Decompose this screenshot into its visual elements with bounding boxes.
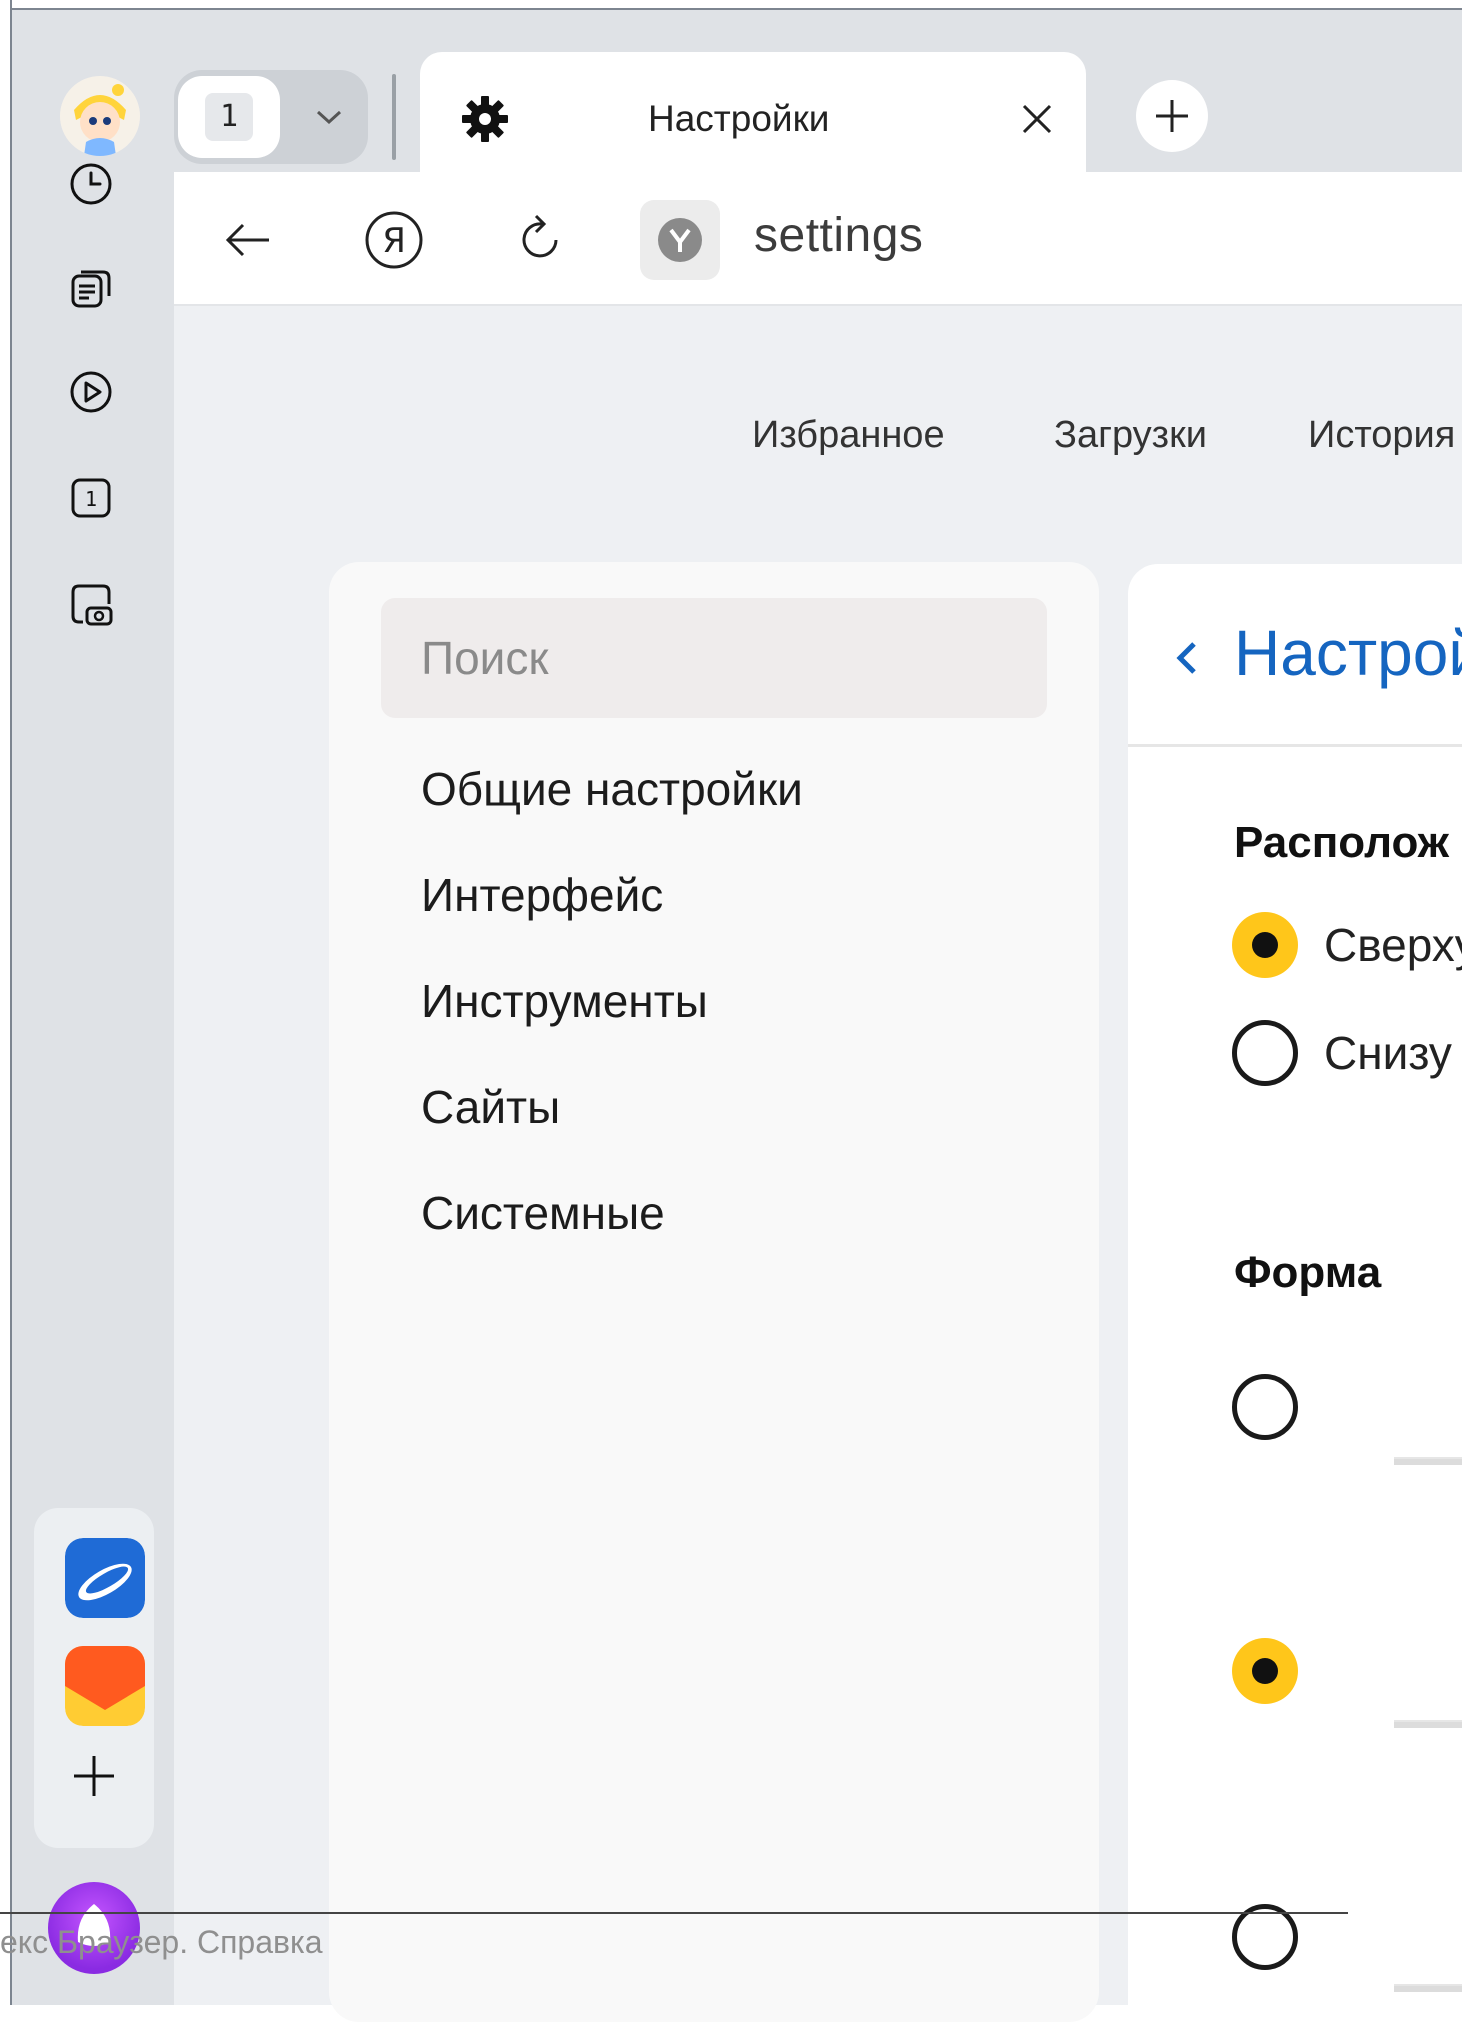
menu-interface[interactable]: Интерфейс (421, 868, 663, 922)
svg-text:1: 1 (85, 487, 97, 511)
tab-settings[interactable]: Настройки (420, 52, 1086, 172)
shape-radio-2[interactable] (1232, 1638, 1298, 1704)
svg-text:Я: Я (382, 221, 406, 261)
radio-top-label[interactable]: Сверху (1324, 918, 1462, 972)
settings-detail-panel: Настрой Располож Сверху Снизу Форма (1128, 564, 1462, 2024)
apps-panel (34, 1508, 154, 1848)
reload-button[interactable] (510, 210, 570, 270)
gear-icon (462, 96, 508, 142)
collections-icon[interactable] (69, 266, 113, 310)
plus-icon (1156, 100, 1188, 132)
settings-menu: Поиск Общие настройки Интерфейс Инструме… (329, 562, 1099, 2022)
yandex-button[interactable]: Я (364, 210, 424, 270)
history-icon[interactable] (69, 162, 113, 206)
search-input[interactable]: Поиск (381, 598, 1047, 718)
panel-header: Настрой (1128, 564, 1462, 747)
menu-general[interactable]: Общие настройки (421, 762, 803, 816)
window-frame-top (0, 0, 1462, 10)
settings-page: Избранное Загрузки История Поиск Общие н… (174, 306, 1462, 2024)
avatar-icon (60, 76, 140, 156)
chevron-left-icon[interactable] (1172, 638, 1202, 678)
video-icon[interactable] (69, 370, 113, 414)
nav-bookmarks[interactable]: Избранное (752, 414, 945, 457)
add-app-icon[interactable] (72, 1754, 116, 1798)
site-icon (658, 218, 702, 262)
shape-preview-2 (1394, 1720, 1462, 1728)
tab-separator (392, 74, 396, 160)
close-icon[interactable] (1012, 94, 1062, 144)
left-sidebar: 1 (12, 10, 174, 2005)
window-frame-left (0, 0, 12, 2005)
panel-title[interactable]: Настрой (1234, 616, 1462, 690)
menu-tools[interactable]: Инструменты (421, 974, 708, 1028)
shape-preview-1 (1394, 1457, 1462, 1465)
disk-app-icon[interactable] (65, 1538, 145, 1618)
tab-count: 1 (205, 93, 253, 141)
mail-app-icon[interactable] (65, 1646, 145, 1726)
reload-icon (522, 214, 558, 258)
radio-top[interactable] (1232, 912, 1298, 978)
url-text[interactable]: settings (754, 208, 923, 263)
screenshot-icon[interactable] (69, 582, 113, 626)
new-tab-button[interactable] (1136, 80, 1208, 152)
shape-radio-1[interactable] (1232, 1374, 1298, 1440)
status-divider (0, 1912, 1348, 1914)
menu-sites[interactable]: Сайты (421, 1080, 560, 1134)
site-badge[interactable] (640, 200, 720, 280)
shape-section-title: Форма (1234, 1248, 1382, 1297)
chevron-down-icon (316, 110, 342, 125)
tab-counter[interactable]: 1 (174, 70, 368, 164)
shape-preview-3 (1394, 1984, 1462, 1992)
tab-number-icon[interactable]: 1 (69, 476, 113, 520)
position-section-title: Располож (1234, 818, 1449, 867)
nav-downloads[interactable]: Загрузки (1054, 414, 1207, 457)
status-text: екс Браузер. Справка (0, 1924, 323, 1960)
menu-system[interactable]: Системные (421, 1186, 665, 1240)
back-button[interactable] (218, 210, 278, 270)
yandex-icon: Я (365, 211, 423, 269)
nav-history[interactable]: История (1308, 414, 1455, 457)
address-bar: Я settings (174, 172, 1462, 306)
tab-title: Настройки (648, 98, 830, 139)
radio-bottom[interactable] (1232, 1020, 1298, 1086)
back-icon (225, 223, 269, 257)
tab-strip: 1 Настройки (174, 10, 1462, 172)
radio-bottom-label[interactable]: Снизу (1324, 1026, 1452, 1080)
profile-avatar[interactable] (60, 76, 140, 156)
